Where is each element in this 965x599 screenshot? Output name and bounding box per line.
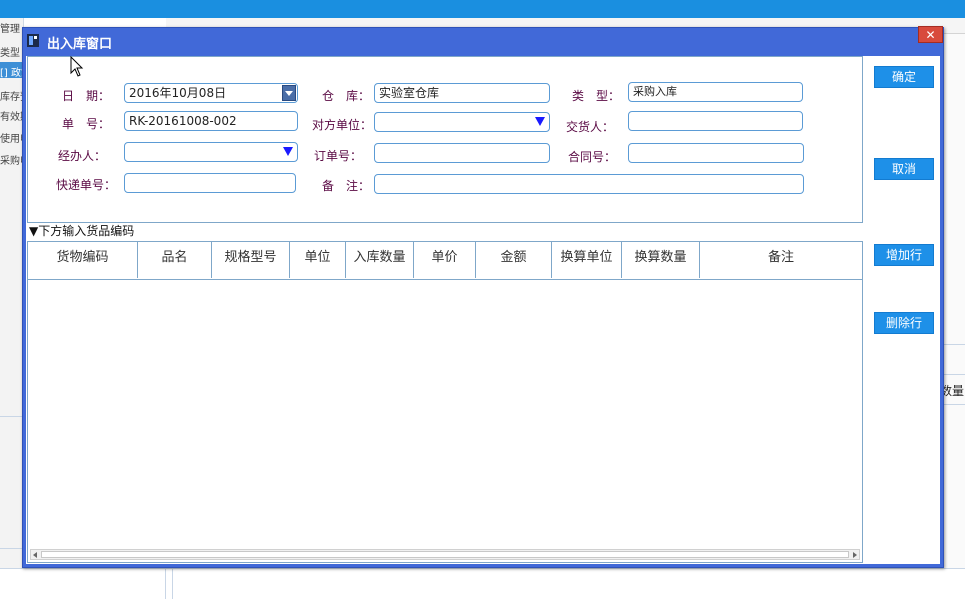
scroll-right-icon[interactable]: [853, 552, 857, 558]
chevron-down-icon: [283, 147, 293, 156]
document-number-field[interactable]: RK-20161008-002: [124, 111, 298, 131]
goods-grid[interactable]: 货物编码 品名 规格型号 单位 入库数量 单价 金额 换算单位 换算数量 备注: [27, 241, 863, 563]
contract-number-label: 合同号：: [568, 150, 617, 164]
add-row-button[interactable]: 增加行: [874, 244, 934, 266]
document-number-value: RK-20161008-002: [129, 114, 237, 128]
document-header-form: 日 期： 2016年10月08日 仓 库： 实验室仓库 类 型： 采购入库 单 …: [27, 56, 863, 223]
column-header[interactable]: 备注: [700, 242, 862, 278]
scrollbar-thumb[interactable]: [41, 551, 849, 558]
background-toolbar: [0, 0, 965, 18]
close-button[interactable]: ✕: [918, 26, 943, 43]
order-number-field[interactable]: [374, 143, 550, 163]
contract-number-field[interactable]: [628, 143, 804, 163]
deliverer-field[interactable]: [628, 111, 803, 131]
column-header[interactable]: 单价: [414, 242, 476, 278]
warehouse-value: 实验室仓库: [379, 86, 440, 100]
grid-header: 货物编码 品名 规格型号 单位 入库数量 单价 金额 换算单位 换算数量 备注: [28, 242, 862, 280]
remark-field[interactable]: [374, 174, 804, 194]
column-header[interactable]: 品名: [138, 242, 212, 278]
mouse-pointer-icon: [70, 56, 84, 77]
chevron-down-icon: [535, 117, 545, 126]
column-header[interactable]: 金额: [476, 242, 552, 278]
scroll-left-icon[interactable]: [33, 552, 37, 558]
background-sidebar-item: 管理: [0, 24, 20, 35]
column-header[interactable]: 规格型号: [212, 242, 290, 278]
number-label: 单 号：: [62, 117, 111, 131]
date-picker[interactable]: 2016年10月08日: [124, 83, 298, 103]
date-dropdown-icon[interactable]: [282, 85, 296, 101]
remark-label: 备 注：: [322, 179, 371, 193]
warehouse-field[interactable]: 实验室仓库: [374, 83, 550, 103]
handler-label: 经办人：: [58, 149, 107, 163]
cancel-button[interactable]: 取消: [874, 158, 934, 180]
column-header[interactable]: 单位: [290, 242, 346, 278]
background-sidebar: 管理 类型 [] 政策 库存预 有效期 使用申 采购申: [0, 18, 31, 599]
type-field[interactable]: 采购入库: [628, 82, 803, 102]
dialog-client-area: 日 期： 2016年10月08日 仓 库： 实验室仓库 类 型： 采购入库 单 …: [26, 56, 940, 564]
dialog-titlebar[interactable]: 出入库窗口 ✕: [23, 26, 943, 54]
app-icon: [27, 34, 39, 47]
stock-in-out-dialog: 出入库窗口 ✕ 日 期： 2016年10月08日 仓 库： 实验室仓库 类 型：…: [22, 26, 944, 568]
close-icon: ✕: [925, 27, 936, 42]
background-right-panel: 数量: [940, 34, 965, 599]
deliverer-label: 交货人：: [566, 120, 615, 134]
column-header[interactable]: 换算数量: [622, 242, 700, 278]
confirm-button[interactable]: 确定: [874, 66, 934, 88]
date-label: 日 期：: [62, 89, 111, 103]
background-sidebar-item: 类型: [0, 48, 20, 59]
dialog-title: 出入库窗口: [47, 37, 113, 52]
counterparty-select[interactable]: [374, 112, 550, 132]
date-value: 2016年10月08日: [129, 86, 227, 100]
delete-row-button[interactable]: 删除行: [874, 312, 934, 334]
type-value: 采购入库: [633, 85, 677, 98]
type-label: 类 型：: [572, 89, 621, 103]
handler-select[interactable]: [124, 142, 298, 162]
warehouse-label: 仓 库：: [322, 89, 371, 103]
express-number-label: 快递单号：: [56, 178, 117, 192]
column-header[interactable]: 入库数量: [346, 242, 414, 278]
order-number-label: 订单号：: [314, 149, 363, 163]
column-header[interactable]: 换算单位: [552, 242, 622, 278]
column-header[interactable]: 货物编码: [28, 242, 138, 278]
background-bottom-area: [0, 568, 965, 599]
horizontal-scrollbar[interactable]: [30, 549, 860, 560]
counterparty-label: 对方单位：: [312, 118, 373, 132]
grid-hint: ▼下方输入货品编码: [29, 224, 135, 238]
express-number-field[interactable]: [124, 173, 296, 193]
